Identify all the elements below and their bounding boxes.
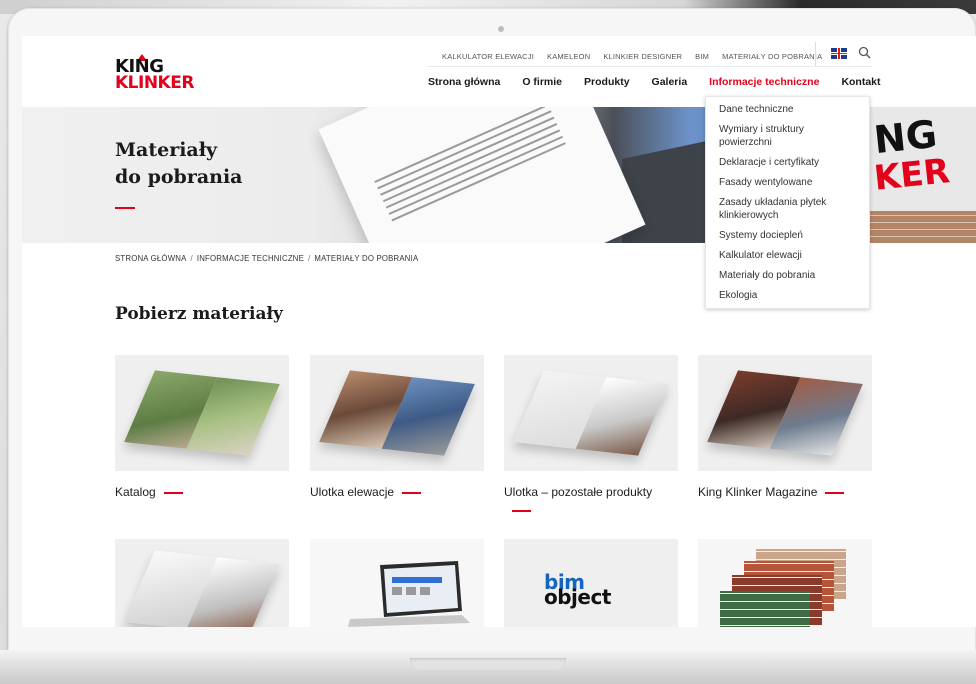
card-title[interactable]: King Klinker Magazine [698,485,817,499]
card-ulotka-pozostale[interactable]: Ulotka – pozostałe produkty [504,355,678,519]
dropdown-item-ekologia[interactable]: Ekologia [706,289,869,302]
dropdown-item-systemy[interactable]: Systemy dociepleń [706,229,869,242]
topbar-link-bim[interactable]: BIM [695,52,709,61]
hero-sign-text2: KER [872,151,952,199]
title-accent-line [115,207,135,209]
card-title[interactable]: Katalog [115,485,156,499]
page-title: Materiały do pobrania [115,137,335,191]
laptop-icon [348,561,470,627]
dropdown-item-dane-techniczne[interactable]: Dane techniczne [706,103,869,116]
dropdown-item-kalkulator[interactable]: Kalkulator elewacji [706,249,869,262]
breadcrumb-current: MATERIAŁY DO POBRANIA [314,254,419,263]
breadcrumb-home[interactable]: STRONA GŁÓWNA [115,254,186,263]
topbar-divider [815,42,816,66]
topbar-link-kalkulator[interactable]: KALKULATOR ELEWACJI [442,52,534,61]
card-ulotka-elewacje[interactable]: Ulotka elewacje [310,355,484,501]
camera-dot [498,26,504,32]
ulotka-elewacje-thumbnail[interactable] [310,355,484,471]
card-katalog[interactable]: Katalog [115,355,289,501]
breadcrumb: STRONA GŁÓWNA / INFORMACJE TECHNICZNE / MATE… [115,254,419,263]
top-utility-links: KALKULATOR ELEWACJI KAMELEON KLINKIER DE… [442,49,835,63]
nav-produkty[interactable]: Produkty [584,76,630,88]
ulotka-pozostale-thumbnail[interactable] [504,355,678,471]
informacje-techniczne-dropdown: Dane techniczne Wymiary i struktury powi… [705,96,870,309]
dropdown-item-deklaracje[interactable]: Deklaracje i certyfikaty [706,156,869,169]
card-magazine[interactable]: King Klinker Magazine [698,355,872,501]
breadcrumb-informacje[interactable]: INFORMACJE TECHNICZNE [197,254,304,263]
magazine-thumbnail[interactable] [698,355,872,471]
topbar-link-designer[interactable]: KLINKIER DESIGNER [603,52,682,61]
bimobject-logo: bim object [544,572,611,609]
section-title: Pobierz materiały [115,304,283,324]
card-title[interactable]: Ulotka – pozostałe produkty [504,485,652,499]
dropdown-item-zasady[interactable]: Zasady układania płytek klinkierowych [706,196,869,222]
logo-line2: KLINKER [115,73,194,93]
main-navigation: Strona główna O firmie Produkty Galeria … [428,76,881,88]
page-title-line2: do pobrania [115,166,243,188]
hero-brick-wall [868,211,976,243]
topbar-link-materialy[interactable]: MATERIAŁY DO POBRANIA [722,52,822,61]
hero-brochure-image [318,107,646,243]
title-accent-line [825,491,845,494]
brochure-thumbnail[interactable] [115,539,289,627]
title-accent-line [163,491,183,494]
page-title-line1: Materiały [115,139,218,161]
header-divider [427,66,872,67]
topbar-link-kameleon[interactable]: KAMELEON [547,52,590,61]
nav-kontakt[interactable]: Kontakt [841,76,880,88]
nav-galeria[interactable]: Galeria [652,76,688,88]
website-screen: KING KLINKER KALKULATOR ELEWACJI KAMELEO… [22,36,976,627]
dropdown-item-wymiary[interactable]: Wymiary i struktury powierzchni [706,123,869,149]
dropdown-item-fasady[interactable]: Fasady wentylowane [706,176,869,189]
search-icon[interactable] [858,46,871,59]
bim-logo-line2: object [544,585,611,609]
bimobject-thumbnail[interactable]: bim object [504,539,678,627]
laptop-notch [410,658,566,670]
card-bimobject[interactable]: bim object [504,539,678,627]
title-accent-line [512,509,531,512]
card-software[interactable] [310,539,484,627]
card-brick-samples[interactable] [698,539,872,627]
title-accent-line [402,491,422,494]
nav-informacje-techniczne[interactable]: Informacje techniczne [709,76,819,88]
king-klinker-logo[interactable]: KING KLINKER [115,54,199,94]
uk-flag-icon[interactable] [831,48,847,59]
brick-samples-thumbnail[interactable] [698,539,872,627]
katalog-thumbnail[interactable] [115,355,289,471]
laptop-thumbnail[interactable] [310,539,484,627]
nav-strona-glowna[interactable]: Strona główna [428,76,500,88]
card-title[interactable]: Ulotka elewacje [310,485,394,499]
card-brochure-2[interactable] [115,539,289,627]
nav-o-firmie[interactable]: O firmie [522,76,562,88]
dropdown-item-materialy[interactable]: Materiały do pobrania [706,269,869,282]
